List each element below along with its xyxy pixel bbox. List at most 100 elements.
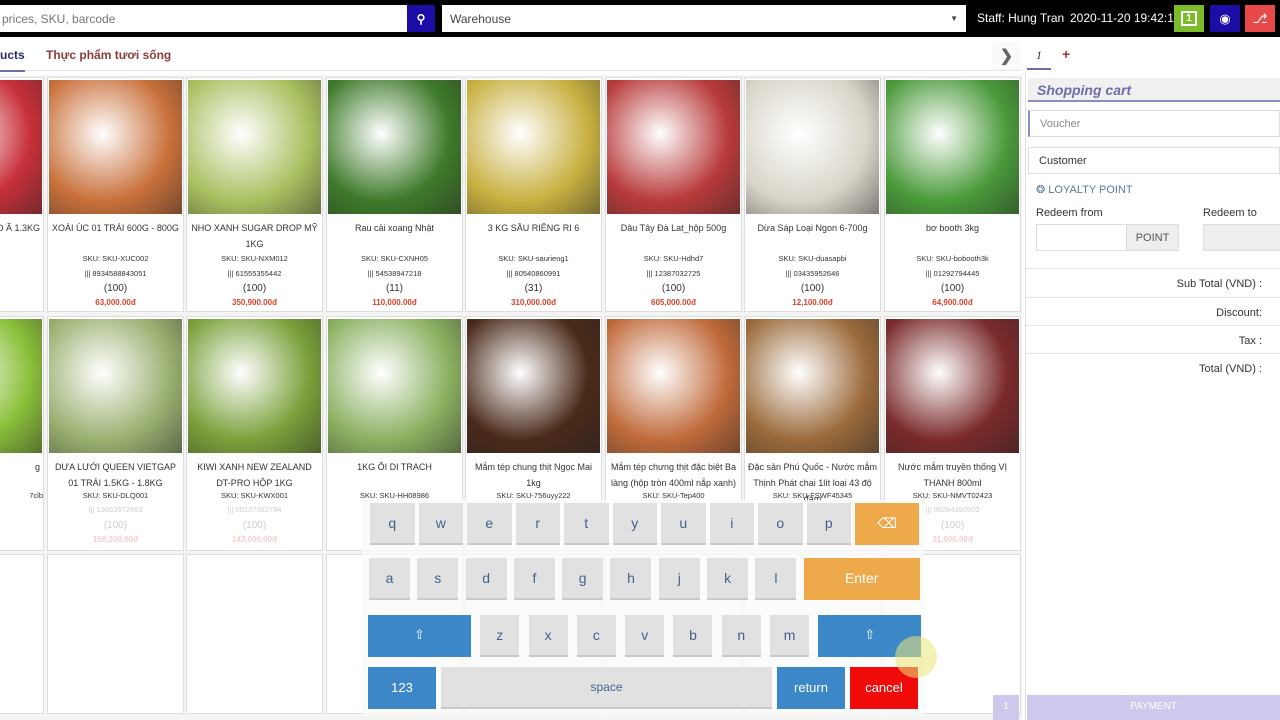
product-name: Nước mắm truyền thống VỊ THANH 800ml xyxy=(898,462,1007,488)
key-k[interactable]: k xyxy=(707,558,749,600)
tab-fresh-food[interactable]: Thực phẩm tươi sống xyxy=(46,48,171,62)
product-name: Rau cải xoang Nhật xyxy=(354,223,435,233)
product-name: g xyxy=(34,462,40,472)
product-card[interactable]: KIWI XANH NEW ZEALAND DT-PRO HỘP 1KG SKU:… xyxy=(186,316,323,551)
product-name: Mắm tép chưng thịt đặc biệt Ba làng (hộp… xyxy=(610,462,737,488)
product-card[interactable]: XOÀI ÚC 01 TRÁI 600G - 800G SKU: SKU-XUC0… xyxy=(47,77,184,312)
product-price: 110,000.00đ xyxy=(372,298,417,307)
product-sku: SKU: SKU-756uyy222 xyxy=(496,491,571,500)
key-m[interactable]: m xyxy=(770,615,810,657)
key-b[interactable]: b xyxy=(673,615,713,657)
product-sku: SKU: SKU-duasapbi xyxy=(778,254,847,263)
key-j[interactable]: j xyxy=(658,558,700,600)
warehouse-value: Warehouse xyxy=(450,12,511,26)
key-g[interactable]: g xyxy=(562,558,604,600)
key-z[interactable]: z xyxy=(480,615,520,657)
key-n[interactable]: n xyxy=(721,615,761,657)
redeem-from-label: Redeem from xyxy=(1036,207,1103,219)
key-h[interactable]: h xyxy=(610,558,652,600)
key-t[interactable]: t xyxy=(564,503,609,545)
key-backspace[interactable]: ⌫ xyxy=(855,503,919,545)
redeem-from-input[interactable] xyxy=(1036,224,1127,251)
key-return[interactable]: return xyxy=(777,667,845,709)
webcam-button[interactable]: ◉ xyxy=(1210,5,1240,32)
voucher-input[interactable]: Voucher xyxy=(1028,110,1280,137)
tab-all-products[interactable]: ucts xyxy=(0,48,25,72)
key-i[interactable]: i xyxy=(709,503,754,545)
key-l[interactable]: l xyxy=(755,558,797,600)
product-card[interactable]: 3 KG SẦU RIÊNG RI 6 SKU: SKU-saurieng1 |||… xyxy=(465,77,602,312)
product-sku: SKU: SKU-Tep400 xyxy=(642,491,705,500)
product-image xyxy=(328,80,461,214)
product-qty: (100) xyxy=(242,283,267,294)
product-qty: (100) xyxy=(103,520,128,531)
customer-screen-button[interactable]: 1 xyxy=(1174,5,1204,32)
customer-input[interactable]: Customer xyxy=(1028,147,1280,174)
product-price: 12,100.00đ xyxy=(792,298,833,307)
key-y[interactable]: y xyxy=(612,503,657,545)
product-image xyxy=(188,319,321,453)
key-p[interactable]: p xyxy=(806,503,851,545)
product-qty: (100) xyxy=(242,520,267,531)
product-barcode: ||| 01292794445 xyxy=(925,269,980,278)
loyalty-label: LOYALTY POINT xyxy=(1048,184,1133,196)
product-price: 64,900.00đ xyxy=(932,298,973,307)
scanner-button[interactable]: ⎇ xyxy=(1245,5,1275,32)
product-name: Mắm tép chung thịt Ngọc Mai 1kg xyxy=(474,462,593,488)
key-x[interactable]: x xyxy=(528,615,568,657)
warehouse-select[interactable]: Warehouse ▼ xyxy=(442,5,966,32)
key-e[interactable]: e xyxy=(467,503,512,545)
search-button[interactable]: ⚲ xyxy=(407,5,435,32)
key-shift-left[interactable]: ⇧ xyxy=(368,615,471,657)
loyalty-point-toggle[interactable]: ❂ LOYALTY POINT xyxy=(1036,183,1133,196)
key-f[interactable]: f xyxy=(513,558,555,600)
key-c[interactable]: c xyxy=(576,615,616,657)
product-sku: SKU: SKU-FSWF45345 xyxy=(772,491,853,500)
key-enter[interactable]: Enter xyxy=(803,558,920,600)
product-name: bơ booth 3kg xyxy=(926,223,979,233)
product-name: 3 KG SẦU RIÊNG RI 6 xyxy=(487,223,580,233)
key-d[interactable]: d xyxy=(465,558,507,600)
key-u[interactable]: u xyxy=(661,503,706,545)
add-cart-tab-button[interactable]: + xyxy=(1062,46,1070,62)
product-card[interactable] xyxy=(47,554,184,714)
product-barcode: ||| 03435952646 xyxy=(785,269,840,278)
product-card[interactable] xyxy=(186,554,323,714)
key-123[interactable]: 123 xyxy=(368,667,436,709)
product-image xyxy=(746,319,879,453)
product-name: NHO XANH SUGAR DROP MỸ 1KG xyxy=(191,223,318,249)
product-card[interactable] xyxy=(0,554,44,714)
key-o[interactable]: o xyxy=(758,503,803,545)
key-space[interactable]: space xyxy=(441,667,772,709)
product-card[interactable]: Rau cải xoang Nhật SKU: SKU-CXNH05 ||| 545… xyxy=(326,77,463,312)
key-s[interactable]: s xyxy=(417,558,459,600)
key-r[interactable]: r xyxy=(515,503,560,545)
key-q[interactable]: q xyxy=(370,503,415,545)
collapse-arrow-button[interactable]: ❯ xyxy=(993,42,1020,70)
key-a[interactable]: a xyxy=(369,558,410,600)
webcam-icon: ◉ xyxy=(1219,10,1231,26)
product-card[interactable]: DƯA LƯỚI QUEEN VIETGAP 01 TRÁI 1.5KG - 1… xyxy=(47,316,184,551)
product-sku: SKU: SKU-CXNH05 xyxy=(360,254,429,263)
key-v[interactable]: v xyxy=(625,615,665,657)
product-barcode: ||| 12387032725 xyxy=(646,269,701,278)
screen-1-icon: 1 xyxy=(1181,11,1197,26)
product-card[interactable]: g 7clb xyxy=(0,316,44,551)
product-card[interactable]: bơ booth 3kg SKU: SKU-bobooth3k ||| 012927… xyxy=(884,77,1021,312)
product-qty: (31) xyxy=(524,283,543,294)
product-price: 143,000.00đ xyxy=(232,535,277,544)
product-card[interactable]: ZEALAND Ã 1.3KG xyxy=(0,77,44,312)
cart-tab-1[interactable]: 1 xyxy=(1027,42,1051,70)
payment-button[interactable]: PAYMENT xyxy=(1027,695,1280,720)
key-w[interactable]: w xyxy=(418,503,463,545)
product-qty: (100) xyxy=(661,283,686,294)
product-sku: SKU: SKU-bobooth3k xyxy=(916,254,989,263)
product-price: 310,000.00đ xyxy=(511,298,556,307)
product-card[interactable]: NHO XANH SUGAR DROP MỸ 1KG SKU: SKU-NXM01… xyxy=(186,77,323,312)
product-card[interactable]: Dừa Sáp Loại Ngon 6-700g SKU: SKU-duasapb… xyxy=(744,77,881,312)
product-qty: (100) xyxy=(940,283,965,294)
product-sku: SKU: SKU-NXM012 xyxy=(221,254,288,263)
search-input[interactable] xyxy=(0,5,407,32)
product-card[interactable]: Dâu Tây Đà Lat_hộp 500g SKU: SKU-Hdhd7 |||… xyxy=(605,77,742,312)
total-label: Total (VND) : xyxy=(1026,353,1280,381)
